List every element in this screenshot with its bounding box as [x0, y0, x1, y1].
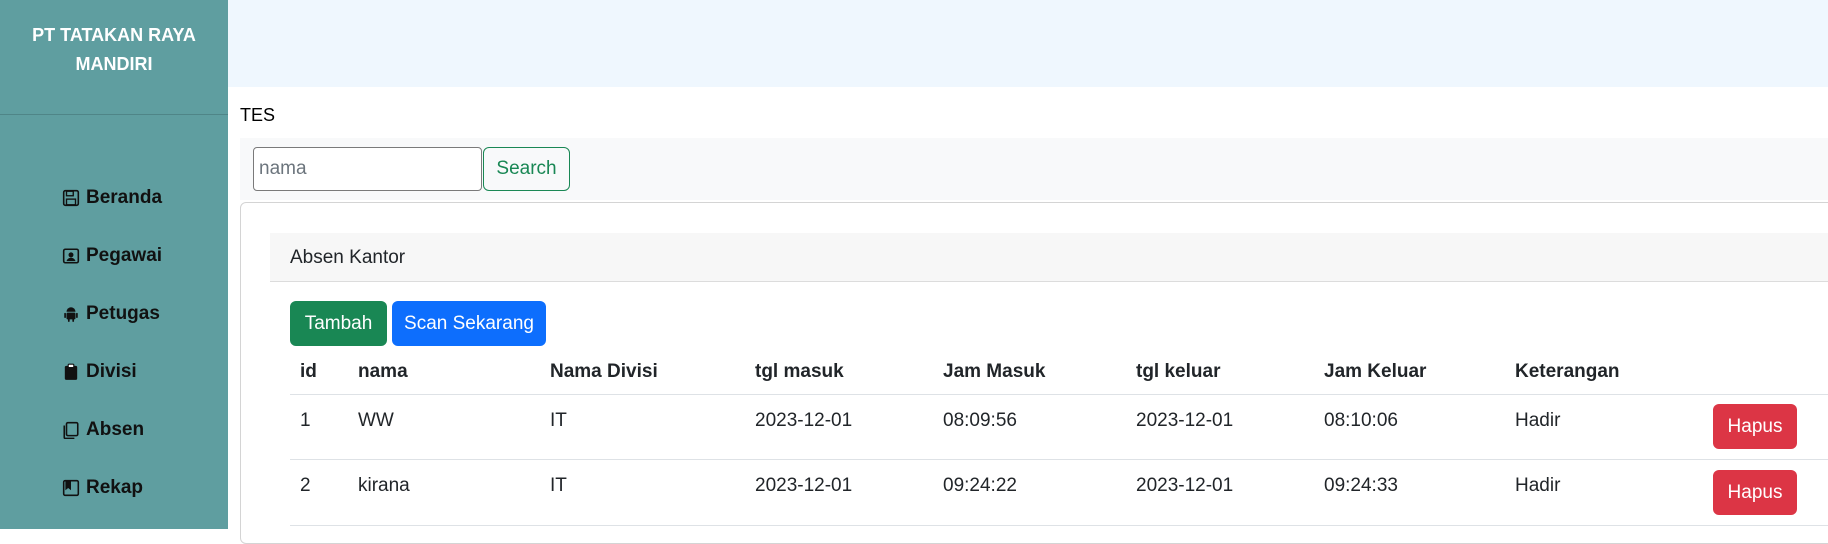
page-title: TES — [240, 105, 276, 125]
sidebar-item-absen[interactable]: Absen — [0, 401, 228, 459]
copy-icon — [62, 421, 80, 439]
cell-jam-keluar: 09:24:33 — [1324, 475, 1398, 496]
column-header-divisi: Nama Divisi — [550, 361, 658, 382]
clipboard-icon — [62, 363, 80, 381]
cell-tgl-masuk: 2023-12-01 — [755, 475, 853, 496]
sidebar-item-pegawai[interactable]: Pegawai — [0, 227, 228, 285]
column-header-keterangan: Keterangan — [1515, 361, 1620, 382]
cell-nama: WW — [358, 410, 394, 431]
table-row-divider — [290, 525, 1828, 526]
sidebar-item-divisi[interactable]: Divisi — [0, 343, 228, 401]
table-header-divider — [290, 394, 1828, 395]
brand-line-2: MANDIRI — [75, 54, 153, 74]
card-title: Absen Kantor — [290, 247, 406, 268]
cell-jam-masuk: 09:24:22 — [943, 475, 1017, 496]
search-button[interactable]: Search — [483, 147, 570, 191]
cell-id: 1 — [300, 410, 311, 431]
scan-now-button[interactable]: Scan Sekarang — [392, 301, 546, 346]
delete-button[interactable]: Hapus — [1713, 470, 1797, 515]
cell-divisi: IT — [550, 410, 567, 431]
sidebar-item-label: Divisi — [86, 361, 137, 382]
search-input[interactable] — [253, 147, 482, 191]
column-header-jam-keluar: Jam Keluar — [1324, 361, 1427, 382]
sidebar-item-petugas[interactable]: Petugas — [0, 285, 228, 343]
sidebar-nav: Beranda Pegawai Petugas Divisi Absen Rek… — [0, 169, 228, 517]
sidebar-item-beranda[interactable]: Beranda — [0, 169, 228, 227]
sidebar-item-label: Pegawai — [86, 245, 163, 266]
column-header-tgl-keluar: tgl keluar — [1136, 361, 1221, 382]
delete-button[interactable]: Hapus — [1713, 404, 1797, 449]
cell-divisi: IT — [550, 475, 567, 496]
sidebar-item-label: Absen — [86, 419, 145, 440]
column-header-id: id — [300, 361, 317, 382]
cell-jam-masuk: 08:09:56 — [943, 410, 1017, 431]
cell-jam-keluar: 08:10:06 — [1324, 410, 1398, 431]
cell-keterangan: Hadir — [1515, 475, 1561, 496]
cell-tgl-keluar: 2023-12-01 — [1136, 410, 1234, 431]
cell-keterangan: Hadir — [1515, 410, 1561, 431]
column-header-nama: nama — [358, 361, 408, 382]
sidebar-item-rekap[interactable]: Rekap — [0, 459, 228, 517]
column-header-jam-masuk: Jam Masuk — [943, 361, 1046, 382]
card-header — [270, 233, 1828, 282]
person-badge-icon — [62, 247, 80, 265]
floppy-disk-icon — [62, 189, 80, 207]
cell-id: 2 — [300, 475, 311, 496]
sidebar-item-label: Beranda — [86, 187, 163, 208]
bookmark-icon — [62, 479, 80, 497]
top-bar — [228, 0, 1828, 87]
sidebar: PT TATAKAN RAYA MANDIRI Beranda Pegawai … — [0, 0, 228, 529]
table-row-divider — [290, 459, 1828, 460]
sidebar-item-label: Petugas — [86, 303, 160, 324]
brand-line-1: PT TATAKAN RAYA — [32, 25, 196, 45]
cell-tgl-keluar: 2023-12-01 — [1136, 475, 1234, 496]
brand: PT TATAKAN RAYA MANDIRI — [0, 0, 228, 115]
add-button[interactable]: Tambah — [290, 301, 387, 346]
column-header-tgl-masuk: tgl masuk — [755, 361, 844, 382]
sidebar-item-label: Rekap — [86, 477, 144, 498]
cell-tgl-masuk: 2023-12-01 — [755, 410, 853, 431]
android-icon — [62, 305, 80, 323]
cell-nama: kirana — [358, 475, 410, 496]
